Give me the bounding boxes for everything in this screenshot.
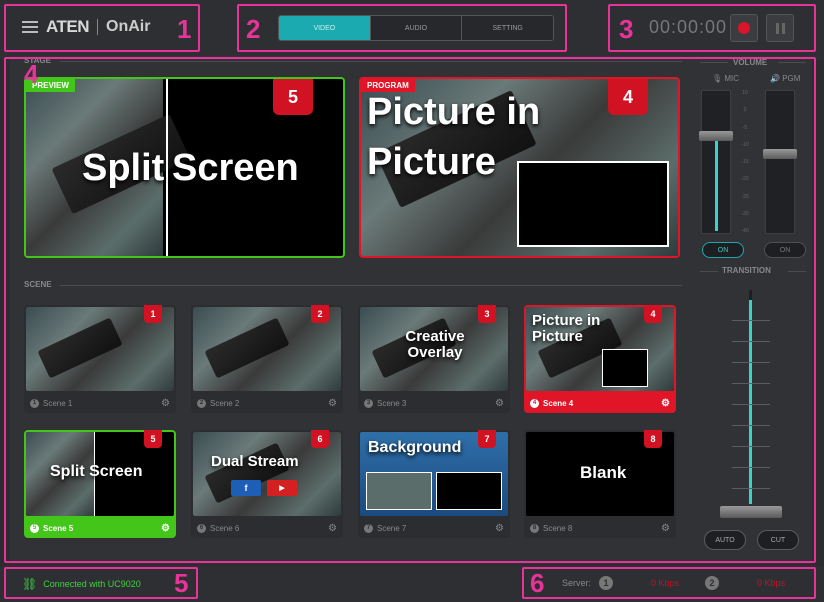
callout-box-1 bbox=[4, 4, 200, 52]
callout-3: 3 bbox=[619, 14, 634, 44]
callout-box-5 bbox=[4, 567, 198, 599]
callout-2: 2 bbox=[246, 14, 261, 44]
callout-box-4 bbox=[4, 57, 816, 563]
callout-box-6 bbox=[522, 567, 816, 599]
callout-box-2 bbox=[237, 4, 567, 52]
callout-box-3 bbox=[608, 4, 816, 52]
callout-6: 6 bbox=[530, 568, 545, 598]
callout-1: 1 bbox=[177, 14, 192, 44]
callout-5: 5 bbox=[174, 568, 189, 598]
callout-4: 4 bbox=[24, 59, 39, 89]
